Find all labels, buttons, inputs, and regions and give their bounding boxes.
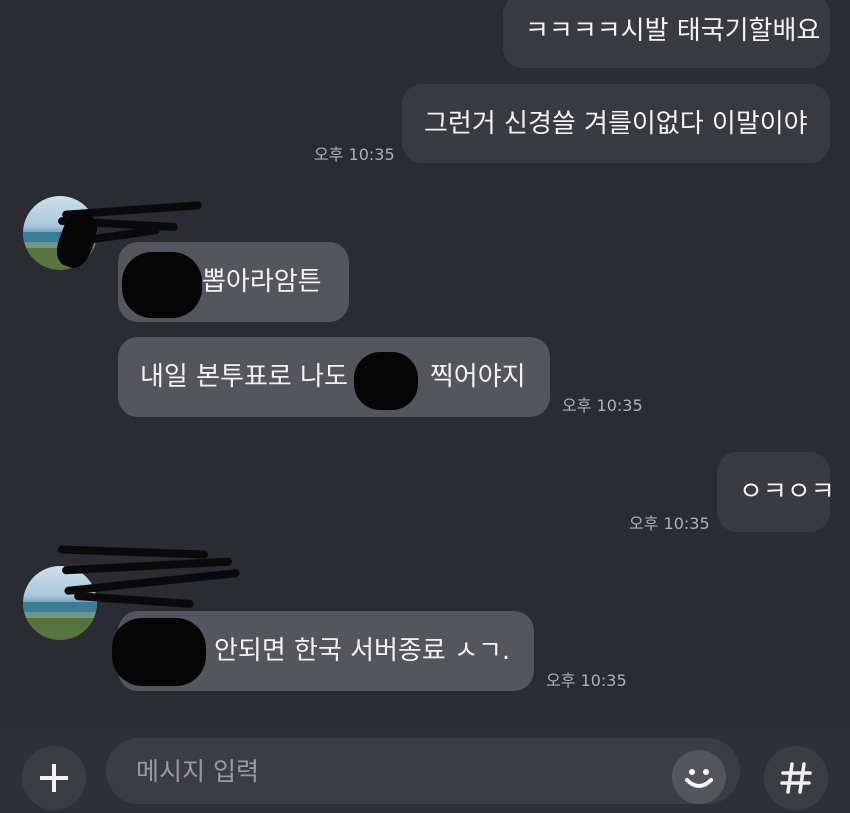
chat-screen: ㅋㅋㅋㅋ시발 태국기할배요 그런거 신경쓸 겨를이없다 이말이야 오후 10:3…: [0, 0, 850, 813]
hash-icon: [780, 762, 812, 794]
message-text: ㅇㅋㅇㅋ: [739, 477, 835, 507]
add-button[interactable]: [22, 746, 86, 810]
plus-icon: [40, 764, 68, 792]
redaction-mark: [112, 618, 206, 686]
message-timestamp: 오후 10:35: [629, 514, 710, 533]
message-text: 뽑아라암튼: [202, 267, 322, 297]
emoji-button[interactable]: [672, 750, 726, 804]
message-bubble-mine[interactable]: ㅇㅋㅇㅋ: [717, 452, 835, 532]
message-text: 내일 본투표로 나도: [140, 362, 348, 392]
message-input[interactable]: [134, 755, 658, 787]
hashtag-button[interactable]: [764, 746, 828, 810]
message-text: 안되면 한국 서버종료 ㅅㄱ.: [214, 636, 511, 666]
message-timestamp: 오후 10:35: [562, 396, 643, 415]
avatar[interactable]: [23, 566, 97, 640]
message-bubble-theirs[interactable]: 내일 본투표로 나도 찍어야지: [118, 337, 550, 417]
message-text: 그런거 신경쓸 겨를이없다 이말이야: [424, 108, 808, 139]
redaction-mark: [354, 352, 418, 410]
message-text: ㅋㅋㅋㅋ시발 태국기할배요: [525, 16, 821, 46]
redaction-mark: [122, 252, 202, 318]
message-bubble-mine[interactable]: 그런거 신경쓸 겨를이없다 이말이야: [402, 84, 830, 163]
message-text: 찍어야지: [429, 362, 526, 392]
message-timestamp: 오후 10:35: [314, 145, 395, 164]
smiley-icon: [685, 769, 713, 788]
message-timestamp: 오후 10:35: [546, 671, 627, 690]
message-input-container: [106, 738, 740, 804]
message-bubble-mine[interactable]: ㅋㅋㅋㅋ시발 태국기할배요: [503, 0, 830, 68]
